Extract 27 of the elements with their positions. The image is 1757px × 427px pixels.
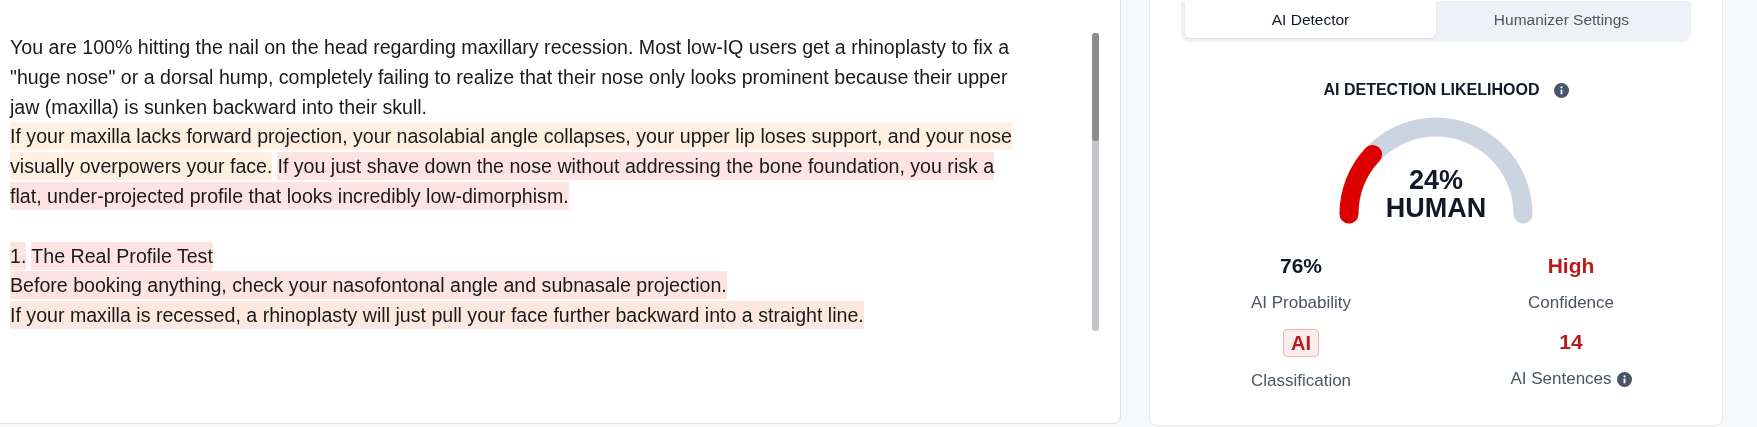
highlighted-sentence: visually overpowers your face. [10, 152, 273, 181]
tab[interactable]: AI Detector [1185, 1, 1436, 38]
stat-value: 76% [1280, 253, 1322, 279]
stat-label: Classification [1250, 371, 1352, 391]
highlighted-sentence: The Real Profile Test [31, 241, 213, 270]
info-icon[interactable] [1616, 371, 1632, 387]
body-text: You are 100% hitting the nail on the head regarding maxillary recession. Most low-IQ users get a rhinoplasty to fix a [10, 35, 1010, 60]
highlighted-sentence: If your maxilla is recessed, a rhinoplasty will just pull your face further backward into a straight line. [10, 301, 864, 330]
highlighted-sentence: Before booking anything, check your nasofontonal angle and subnasale projection. [10, 271, 727, 300]
scrollbar[interactable] [1092, 33, 1099, 331]
classification-badge: AI [1283, 329, 1319, 357]
body-text: jaw (maxilla) is sunken backward into their skull. [10, 94, 428, 120]
stat-value: 14 [1559, 329, 1583, 355]
stat-label: Confidence [1528, 293, 1614, 313]
gauge-label: HUMAN [1385, 194, 1487, 222]
section-heading: AI DETECTION LIKELIHOOD [1323, 81, 1540, 99]
body-text: "huge nose" or a dorsal hump, completely failing to realize that their nose only looks prominent because their upper [10, 64, 1008, 90]
highlighted-sentence: 1. [10, 241, 27, 270]
highlighted-sentence: flat, under-projected profile that looks incredibly low-dimorphism. [10, 182, 569, 210]
stat-value: High [1547, 253, 1595, 279]
highlighted-sentence: If you just shave down the nose without addressing the bone foundation, you risk a [277, 152, 995, 181]
highlighted-sentence: If your maxilla lacks forward projection, your nasolabial angle collapses, your upper lip loses support, and your nose [10, 122, 1012, 151]
gauge-value: 24% [1408, 166, 1463, 194]
tab[interactable]: Humanizer Settings [1436, 1, 1687, 38]
info-icon[interactable] [1553, 82, 1569, 98]
stat-label: AI Sentences [1510, 369, 1612, 389]
stat-label: AI Probability [1250, 293, 1352, 313]
